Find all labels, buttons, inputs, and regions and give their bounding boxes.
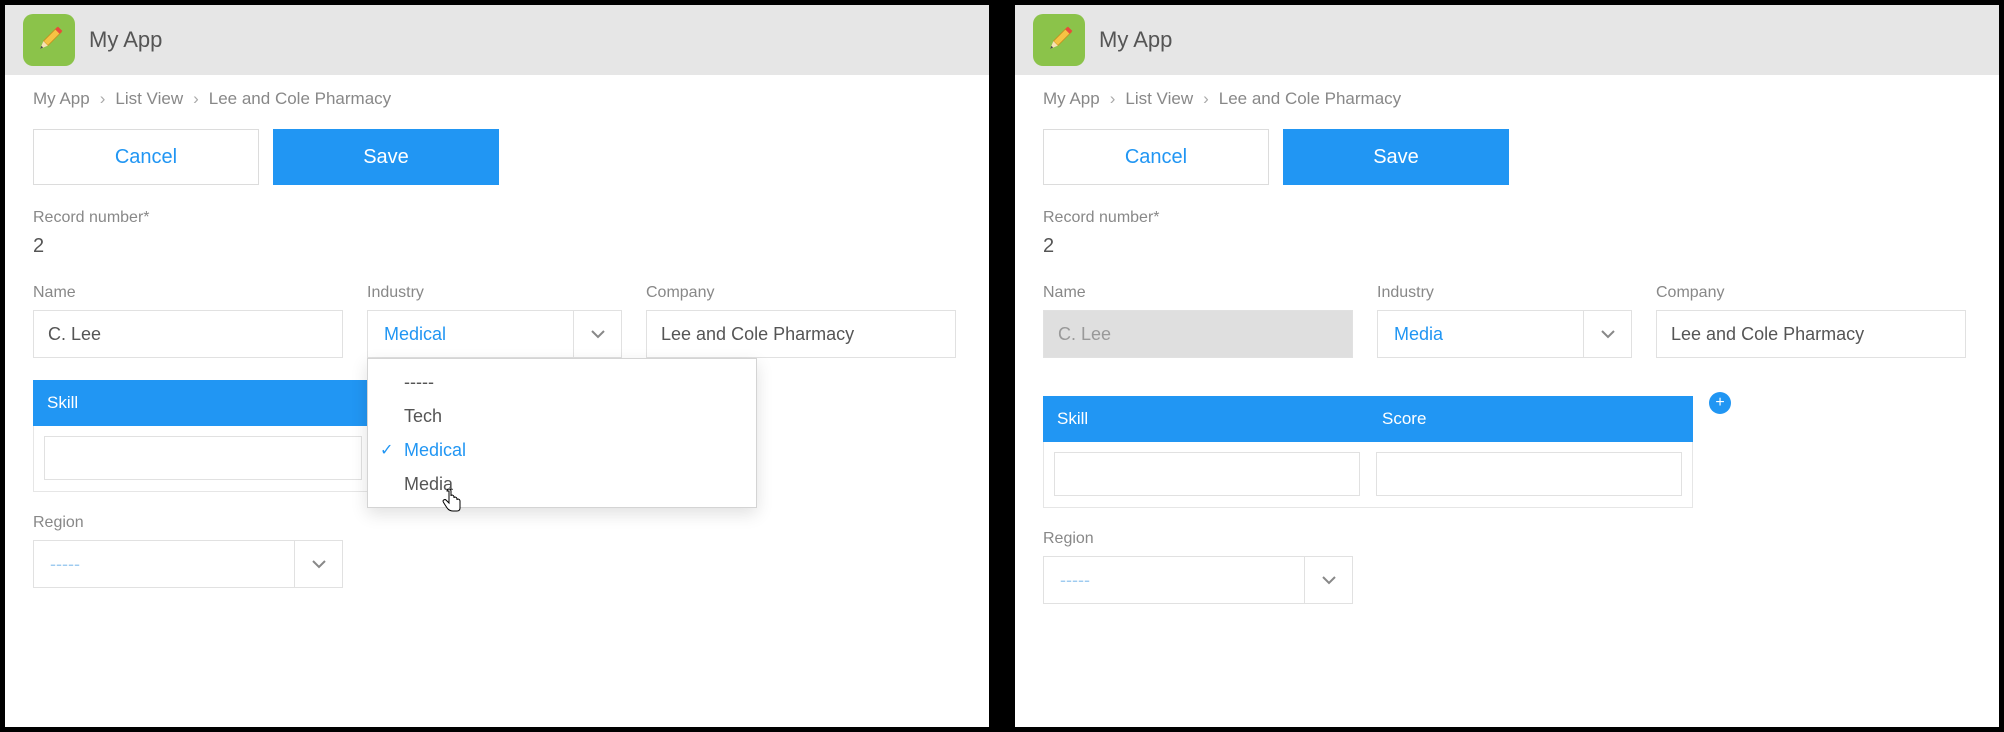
- record-number-label: Record number*: [33, 209, 961, 227]
- region-dropdown[interactable]: -----: [1043, 556, 1353, 604]
- cancel-button[interactable]: Cancel: [33, 129, 259, 185]
- industry-option-medical-label: Medical: [404, 440, 466, 461]
- chevron-right-icon: ›: [193, 89, 199, 109]
- save-button[interactable]: Save: [273, 129, 499, 185]
- breadcrumb: My App › List View › Lee and Cole Pharma…: [5, 75, 989, 109]
- skill-column-header: Skill: [1043, 396, 1368, 442]
- industry-option-media[interactable]: Media: [368, 467, 756, 501]
- industry-label: Industry: [367, 284, 622, 302]
- industry-value: Medical: [368, 311, 573, 357]
- chevron-down-icon[interactable]: [1304, 557, 1352, 603]
- name-label: Name: [33, 284, 343, 302]
- region-value: -----: [1044, 557, 1304, 603]
- industry-value: Media: [1378, 311, 1583, 357]
- chevron-down-icon[interactable]: [1583, 311, 1631, 357]
- breadcrumb-view[interactable]: List View: [115, 89, 183, 109]
- chevron-right-icon: ›: [1110, 89, 1116, 109]
- industry-option-medical[interactable]: ✓ Medical: [368, 433, 756, 467]
- breadcrumb-root[interactable]: My App: [33, 89, 90, 109]
- name-label: Name: [1043, 284, 1353, 302]
- button-row: Cancel Save: [1015, 109, 1999, 209]
- company-input[interactable]: [646, 310, 956, 358]
- panel-after: My App My App › List View › Lee and Cole…: [1014, 4, 2000, 728]
- breadcrumb-record[interactable]: Lee and Cole Pharmacy: [1219, 89, 1401, 109]
- company-input[interactable]: [1656, 310, 1966, 358]
- panel-before: My App My App › List View › Lee and Cole…: [4, 4, 990, 728]
- record-number-value: 2: [1043, 235, 1971, 258]
- app-pencil-icon: [23, 14, 75, 66]
- skill-cell-input[interactable]: [1054, 452, 1360, 496]
- name-input[interactable]: [33, 310, 343, 358]
- titlebar: My App: [5, 5, 989, 75]
- chevron-down-icon[interactable]: [573, 311, 621, 357]
- industry-dropdown-menu: ----- Tech ✓ Medical Media: [367, 358, 757, 508]
- button-row: Cancel Save: [5, 109, 989, 209]
- cancel-button[interactable]: Cancel: [1043, 129, 1269, 185]
- industry-dropdown[interactable]: Medical ----- Tech ✓ Medical Media: [367, 310, 622, 358]
- app-title: My App: [89, 27, 162, 53]
- breadcrumb-view[interactable]: List View: [1125, 89, 1193, 109]
- breadcrumb-record[interactable]: Lee and Cole Pharmacy: [209, 89, 391, 109]
- score-column-header: Score: [1368, 396, 1693, 442]
- chevron-down-icon[interactable]: [294, 541, 342, 587]
- company-label: Company: [1656, 284, 1966, 302]
- name-input: [1043, 310, 1353, 358]
- industry-dropdown[interactable]: Media: [1377, 310, 1632, 358]
- app-pencil-icon: [1033, 14, 1085, 66]
- titlebar: My App: [1015, 5, 1999, 75]
- chevron-right-icon: ›: [1203, 89, 1209, 109]
- app-title: My App: [1099, 27, 1172, 53]
- region-label: Region: [33, 514, 343, 532]
- region-label: Region: [1043, 530, 1353, 548]
- save-button[interactable]: Save: [1283, 129, 1509, 185]
- region-dropdown[interactable]: -----: [33, 540, 343, 588]
- score-cell-input[interactable]: [1376, 452, 1682, 496]
- company-label: Company: [646, 284, 956, 302]
- breadcrumb-root[interactable]: My App: [1043, 89, 1100, 109]
- record-number-value: 2: [33, 235, 961, 258]
- industry-label: Industry: [1377, 284, 1632, 302]
- add-row-button[interactable]: +: [1709, 392, 1731, 414]
- region-value: -----: [34, 541, 294, 587]
- skill-cell-input[interactable]: [44, 436, 362, 480]
- record-number-label: Record number*: [1043, 209, 1971, 227]
- industry-option-blank[interactable]: -----: [368, 365, 756, 399]
- breadcrumb: My App › List View › Lee and Cole Pharma…: [1015, 75, 1999, 109]
- industry-option-tech[interactable]: Tech: [368, 399, 756, 433]
- skill-column-header: Skill: [33, 380, 373, 426]
- chevron-right-icon: ›: [100, 89, 106, 109]
- check-icon: ✓: [380, 440, 393, 460]
- plus-icon: +: [1715, 395, 1724, 411]
